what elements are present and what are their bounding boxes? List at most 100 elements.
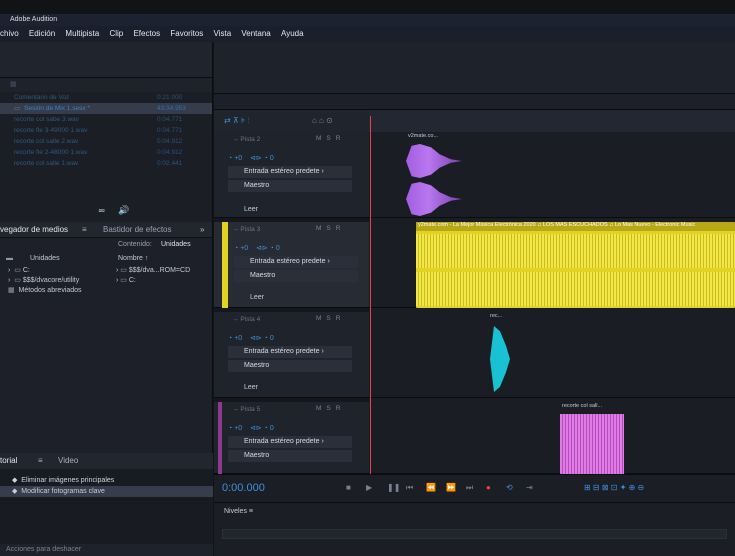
track-name[interactable]: → Pista 2 [232, 136, 260, 143]
play-icon[interactable]: ▶ [366, 483, 372, 492]
playhead[interactable] [370, 116, 371, 476]
menu-multipista[interactable]: Multipista [65, 26, 99, 42]
skip-icon[interactable]: ⇥ [526, 483, 533, 492]
menu-edicion[interactable]: Edición [29, 26, 55, 42]
waveform [490, 326, 510, 392]
tree-item-shortcuts[interactable]: ▦ Métodos abreviados [8, 286, 82, 294]
expand-panels-icon[interactable]: » [200, 222, 204, 238]
go-to-end-icon[interactable]: ⏭ [466, 483, 473, 493]
menu-efectos[interactable]: Efectos [133, 26, 160, 42]
file-item[interactable]: recorte col salle 1.wav 0:02.441 [0, 158, 212, 169]
app-title: Adobe Audition [10, 16, 58, 23]
track-msr-buttons[interactable]: MSR [316, 315, 345, 322]
column-name[interactable]: Nombre ↑ [118, 255, 148, 262]
speaker-icon[interactable]: 🔊 [118, 205, 129, 216]
units-dropdown[interactable]: Unidades [161, 238, 191, 252]
track-tools-icons[interactable]: ⇄ ⊼ ⊧ ⫶ [224, 116, 249, 126]
automation-mode[interactable]: Leer [244, 206, 258, 213]
menu-ventana[interactable]: Ventana [241, 26, 270, 42]
menu-archivo[interactable]: Archivo [0, 26, 19, 42]
tutorial-item-selected[interactable]: ◆ Modificar fotogramas clave [0, 486, 213, 497]
folder-icon[interactable]: ▦ [10, 81, 17, 88]
stop-icon[interactable]: ■ [346, 483, 351, 492]
track-input-select[interactable]: Entrada estéreo predete › [228, 166, 352, 178]
menu-ayuda[interactable]: Ayuda [281, 26, 304, 42]
tree-item-dvacore[interactable]: › ▭ $$$/dvacore/utility [8, 276, 79, 284]
track-output-select[interactable]: Maestro [228, 360, 352, 372]
waveform [560, 414, 624, 474]
volume-knob[interactable]: ◔ +0 ⊲⊳ ◔ 0 [234, 244, 280, 252]
file-item[interactable]: recorte col sabe 3.wav 0:04.771 [0, 114, 212, 125]
volume-knob[interactable]: ◔ +0 ⊲⊳ ◔ 0 [228, 154, 274, 162]
track-header-5: → Pista 5 MSR ◔ +0 ⊲⊳ ◔ 0 Entrada estére… [214, 402, 369, 474]
title-bar: Adobe Audition [0, 14, 735, 26]
left-panel: ▦ Comentario de Voz 0:21.000 ▭ Sesión de M… [0, 42, 213, 516]
zoom-icons[interactable]: ⊞ ⊟ ⊠ ⊡ ✦ ⊕ ⊖ [584, 483, 644, 492]
session-icon: ▭ [14, 105, 21, 112]
track-msr-buttons[interactable]: MSR [316, 225, 345, 232]
insert-icon[interactable]: ⮹ [98, 206, 105, 217]
tab-effects-rack[interactable]: Bastidor de efectos [103, 222, 171, 238]
files-toolbar: ▦ [0, 78, 212, 92]
automation-mode[interactable]: Leer [244, 384, 258, 391]
timeline-ruler[interactable] [369, 110, 735, 132]
menu-icon[interactable]: ≡ [38, 453, 43, 469]
waveform [416, 272, 735, 306]
track-lane-4[interactable] [369, 312, 735, 398]
tab-media-browser[interactable]: vegador de medios [0, 222, 68, 238]
drive-icon: ▭ [14, 267, 21, 274]
track-lane-5[interactable] [369, 402, 735, 474]
tab-video[interactable]: Video [58, 453, 78, 469]
track-name[interactable]: → Pista 4 [232, 316, 260, 323]
automation-mode[interactable]: Leer [250, 294, 264, 301]
go-to-start-icon[interactable]: ⏮ [406, 483, 413, 493]
file-item[interactable]: Comentario de Voz 0:21.000 [0, 92, 212, 103]
track-output-select[interactable]: Maestro [228, 180, 352, 192]
track-input-select[interactable]: Entrada estéreo predete › [234, 256, 358, 268]
audio-clip-track5[interactable]: recorte col sall... [560, 402, 626, 474]
track-msr-buttons[interactable]: MSR [316, 405, 345, 412]
volume-knob[interactable]: ◔ +0 ⊲⊳ ◔ 0 [228, 424, 274, 432]
record-icon[interactable]: ● [486, 483, 491, 492]
tutorial-item[interactable]: ◆ Eliminar imágenes principales [0, 475, 213, 486]
file-item-selected[interactable]: ▭ Sesión de Mix 1.sesx * 43:34.953 [0, 103, 212, 114]
file-item[interactable]: recorte fle 2-48000 1.wav 0:04.912 [0, 147, 212, 158]
tree-item-cdrom[interactable]: › ▭ $$$/dva...ROM=CD [116, 266, 190, 274]
track-view-icons[interactable]: ⌂ ⌂ ⊙ [312, 116, 333, 125]
audio-clip-track2[interactable]: v2mate.co... [406, 132, 462, 216]
audio-clip-track3[interactable]: y2mate.com - La Mejor Música Electrónica… [416, 222, 735, 308]
forward-icon[interactable]: ⏩ [446, 483, 456, 492]
file-item[interactable]: recorte fle 3-49000 1.wav 0:04.771 [0, 125, 212, 136]
loop-icon[interactable]: ⟲ [506, 483, 513, 492]
track-output-select[interactable]: Maestro [234, 270, 358, 282]
files-footer: ⮹ 🔊 [0, 202, 212, 222]
volume-knob[interactable]: ◔ +0 ⊲⊳ ◔ 0 [228, 334, 274, 342]
menu-vista[interactable]: Vista [214, 26, 232, 42]
tree-item-c-right[interactable]: › ▭ C: [116, 276, 136, 284]
tree-item-units[interactable]: Unidades [30, 255, 60, 262]
track-name[interactable]: → Pista 5 [232, 406, 260, 413]
drive-icon: ▭ [120, 277, 127, 284]
audio-clip-track4[interactable]: rec... [488, 312, 520, 396]
shortcuts-icon: ▦ [8, 287, 15, 294]
menu-clip[interactable]: Clip [109, 26, 123, 42]
track-input-select[interactable]: Entrada estéreo predete › [228, 436, 352, 448]
track-header-2: → Pista 2 MSR ◔ +0 ⊲⊳ ◔ 0 Entrada estére… [214, 132, 369, 218]
pause-icon[interactable]: ❚❚ [387, 483, 400, 492]
media-browser-header: vegador de medios ≡ Bastidor de efectos … [0, 222, 212, 238]
track-msr-buttons[interactable]: MSR [316, 135, 345, 142]
current-time[interactable]: 0:00.000 [222, 482, 265, 494]
track-name[interactable]: → Pista 3 [232, 226, 260, 233]
menu-icon[interactable]: ≡ [82, 222, 87, 238]
tutorial-panel: torial ≡ Video ◆ Eliminar imágenes princ… [0, 453, 213, 556]
waveform [406, 144, 462, 178]
tree-item-c[interactable]: › ▭ C: [8, 266, 30, 274]
file-item[interactable]: recorte col salle 2.wav 0:04.912 [0, 136, 212, 147]
undo-actions-item[interactable]: Acciones para deshacer [0, 544, 213, 556]
track-input-select[interactable]: Entrada estéreo predete › [228, 346, 352, 358]
track-output-select[interactable]: Maestro [228, 450, 352, 462]
tab-tutorial[interactable]: torial [0, 453, 17, 469]
waveform [416, 234, 735, 268]
menu-favoritos[interactable]: Favoritos [170, 26, 203, 42]
rewind-icon[interactable]: ⏪ [426, 483, 436, 492]
